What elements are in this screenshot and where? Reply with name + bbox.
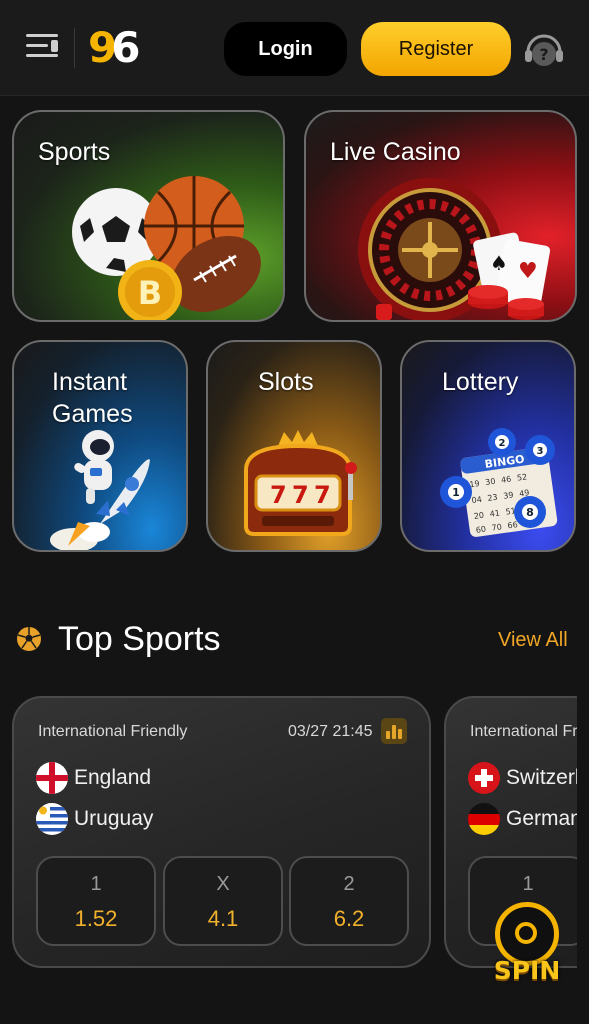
team-name: Germany xyxy=(506,807,577,830)
odds-label: 1 xyxy=(90,873,102,895)
svg-text:46: 46 xyxy=(501,475,512,485)
svg-text:30: 30 xyxy=(485,477,496,487)
category-label: Instant Games xyxy=(52,368,133,428)
team-name: Switzerland xyxy=(506,766,577,789)
svg-text:52: 52 xyxy=(516,472,527,482)
svg-text:66: 66 xyxy=(507,520,518,530)
category-label: Sports xyxy=(38,138,111,166)
sports-balls-icon: B xyxy=(72,176,261,320)
bingo-icon: BINGO 19304652 04233949 20415160 6070666… xyxy=(440,428,558,537)
svg-text:1: 1 xyxy=(452,486,460,499)
soccer-ball-icon xyxy=(17,627,41,651)
league-name: International Friendly xyxy=(470,723,577,740)
svg-text:?: ? xyxy=(539,45,548,64)
svg-text:2: 2 xyxy=(499,438,506,449)
category-slots-tile[interactable]: Slots 7 7 7 xyxy=(206,340,382,552)
slot-machine-icon: 7 7 7 xyxy=(244,430,357,536)
odds-label: 2 xyxy=(343,873,355,895)
svg-text:60: 60 xyxy=(475,525,486,535)
switzerland-flag-icon xyxy=(468,762,500,794)
login-button[interactable]: Login xyxy=(224,22,347,76)
svg-text:70: 70 xyxy=(491,522,502,532)
spin-wheel-button[interactable]: SPIN xyxy=(487,900,567,985)
odds-away-button[interactable]: 2 6.2 xyxy=(289,856,409,946)
svg-text:20: 20 xyxy=(473,511,484,521)
roulette-icon: ♥ ♠ xyxy=(358,178,551,320)
register-button[interactable]: Register xyxy=(361,22,511,76)
svg-text:B: B xyxy=(138,274,162,312)
team-name: England xyxy=(74,766,152,789)
league-name: International Friendly xyxy=(38,723,188,740)
category-live-casino-tile[interactable]: Live Casino ♥ ♠ xyxy=(304,110,577,322)
svg-text:39: 39 xyxy=(503,490,514,500)
spin-label: SPIN xyxy=(493,956,561,985)
view-all-link[interactable]: View All xyxy=(498,627,568,653)
category-instant-games-tile[interactable]: Instant Games xyxy=(12,340,188,552)
svg-text:8: 8 xyxy=(526,506,534,519)
category-sports-tile[interactable]: Sports B xyxy=(12,110,285,322)
team-name: Uruguay xyxy=(74,807,154,830)
svg-text:04: 04 xyxy=(471,495,482,505)
svg-text:23: 23 xyxy=(487,493,498,503)
odds-draw-button[interactable]: X 4.1 xyxy=(163,856,283,946)
top-header: 96 Login Register ? xyxy=(0,0,589,96)
stats-icon[interactable] xyxy=(381,718,407,744)
odds-label: X xyxy=(216,873,230,895)
category-label: Slots xyxy=(258,368,314,396)
svg-text:♠: ♠ xyxy=(490,251,508,275)
site-logo[interactable]: 96 xyxy=(88,22,141,74)
svg-text:3: 3 xyxy=(537,446,544,457)
odds-label: 1 xyxy=(522,873,534,895)
category-label: Live Casino xyxy=(330,138,461,166)
header-divider xyxy=(74,28,75,68)
top-sports-title: Top Sports xyxy=(58,620,221,658)
england-flag-icon xyxy=(36,762,68,794)
svg-text:7: 7 xyxy=(292,481,309,509)
uruguay-flag-icon xyxy=(36,803,68,835)
svg-text:7: 7 xyxy=(314,481,331,509)
support-headset-icon[interactable]: ? xyxy=(522,28,566,72)
odds-value: 1.52 xyxy=(74,906,118,931)
odds-value: 4.1 xyxy=(207,906,239,931)
odds-value: 6.2 xyxy=(333,906,365,931)
category-lottery-tile[interactable]: Lottery BINGO 19 30 46 52 04 23 39 49 20 41 51 60… xyxy=(400,340,576,552)
match-time: 03/27 21:45 xyxy=(288,723,373,740)
menu-icon[interactable] xyxy=(24,30,62,64)
germany-flag-icon xyxy=(468,803,500,835)
svg-text:♥: ♥ xyxy=(518,259,538,284)
astronaut-rocket-icon xyxy=(50,430,150,550)
svg-text:41: 41 xyxy=(489,508,500,518)
category-label: Lottery xyxy=(442,368,519,396)
svg-text:7: 7 xyxy=(270,481,287,509)
odds-home-button[interactable]: 1 1.52 xyxy=(36,856,156,946)
match-card[interactable]: International Friendly 03/27 21:45 Engla… xyxy=(12,696,431,968)
